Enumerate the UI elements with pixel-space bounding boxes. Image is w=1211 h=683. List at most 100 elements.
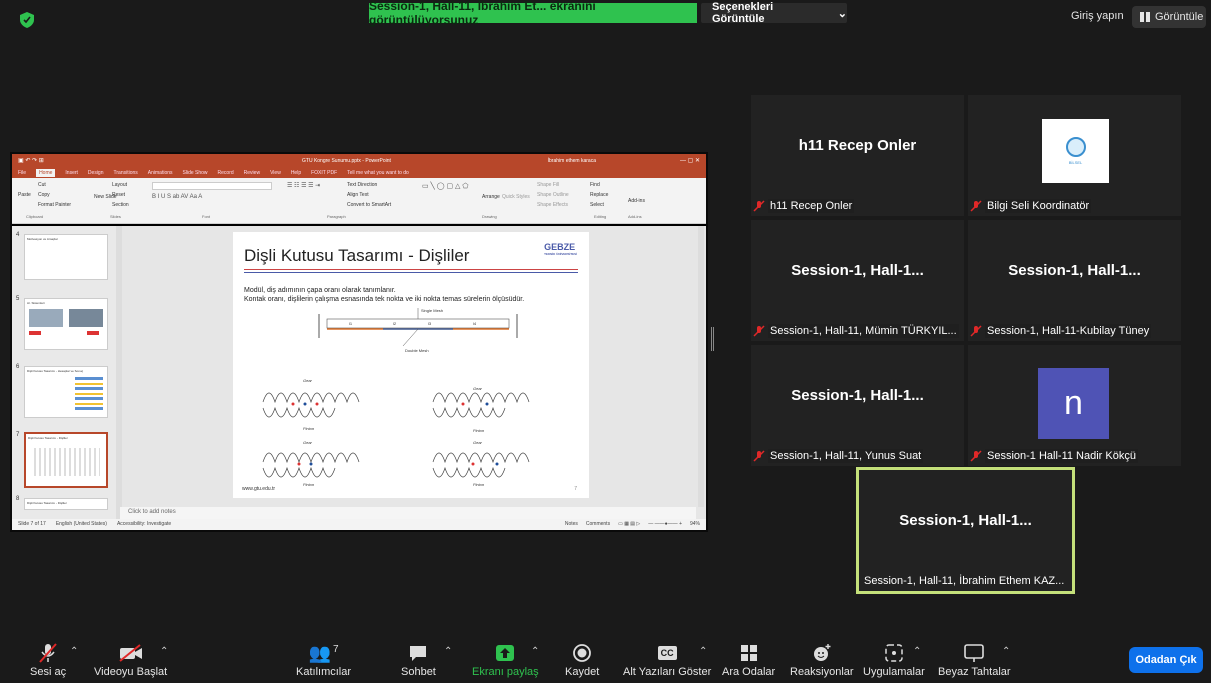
find-button[interactable]: Find bbox=[590, 182, 600, 188]
segment-label: l2 bbox=[393, 321, 397, 326]
current-slide[interactable]: Dişli Kutusu Tasarımı - Dişliler GEBZE T… bbox=[233, 232, 589, 498]
share-screen-button[interactable]: Ekranı paylaş bbox=[472, 643, 539, 678]
tab-transitions[interactable]: Transitions bbox=[114, 170, 138, 176]
comments-toggle[interactable]: Comments bbox=[586, 521, 610, 528]
select-button[interactable]: Select bbox=[590, 202, 604, 208]
text-direction-button[interactable]: Text Direction bbox=[347, 182, 377, 188]
chevron-up-icon[interactable]: ⌃ bbox=[531, 646, 539, 657]
slide-thumbnail[interactable]: Dişli Kutusu Tasarımı - Hesaplar ve Sonu… bbox=[24, 366, 108, 418]
leave-button[interactable]: Odadan Çık bbox=[1129, 647, 1203, 673]
tab-design[interactable]: Design bbox=[88, 170, 104, 176]
mic-muted-icon bbox=[753, 324, 765, 337]
record-label: Kaydet bbox=[565, 666, 600, 678]
breakout-rooms-button[interactable]: Ara Odalar bbox=[722, 643, 775, 678]
chevron-up-icon[interactable]: ⌃ bbox=[444, 646, 452, 657]
font-format-icons[interactable]: B I U S ab AV Aa A bbox=[152, 194, 202, 200]
ppt-ribbon: Paste Cut Copy Format Painter New Slide … bbox=[12, 178, 706, 224]
participant-tile[interactable]: n Session-1 Hall-11 Nadir Kökçü bbox=[968, 345, 1181, 466]
shared-screen[interactable]: ▣ ↶ ↷ ⊞ GTU Kongre Sunumu.pptx - PowerPo… bbox=[10, 152, 708, 532]
participant-name: Session-1, Hall-11, Yunus Suat bbox=[768, 448, 924, 463]
start-video-button[interactable]: Videoyu Başlat bbox=[94, 643, 167, 678]
slide-thumbnail[interactable]: Motivasyon ve Amaçlar bbox=[24, 234, 108, 280]
participant-tile[interactable]: Session-1, Hall-1... Session-1, Hall-11-… bbox=[968, 220, 1181, 341]
record-button[interactable]: Kaydet bbox=[565, 643, 599, 678]
arrange-button[interactable]: Arrange bbox=[482, 194, 500, 200]
section-button[interactable]: Section bbox=[112, 202, 129, 208]
thumbnail-scrollbar[interactable] bbox=[116, 226, 122, 519]
view-button[interactable]: Görüntüle bbox=[1132, 6, 1206, 28]
tell-me-search[interactable]: Tell me what you want to do bbox=[347, 170, 409, 176]
chevron-up-icon[interactable]: ⌃ bbox=[70, 646, 78, 657]
tab-view[interactable]: View bbox=[270, 170, 281, 176]
replace-button[interactable]: Replace bbox=[590, 192, 608, 198]
format-painter-button[interactable]: Format Painter bbox=[38, 202, 71, 208]
paste-button[interactable]: Paste bbox=[18, 192, 31, 198]
language-status[interactable]: English (United States) bbox=[56, 521, 107, 528]
font-name-box[interactable] bbox=[152, 182, 272, 190]
shapes-gallery[interactable]: ▭ ╲ ◯ ▢ △ ⬠ bbox=[422, 182, 468, 190]
notes-pane[interactable]: Click to add notes bbox=[120, 507, 696, 519]
notes-toggle[interactable]: Notes bbox=[565, 521, 578, 528]
captions-button[interactable]: CC Alt Yazıları Göster bbox=[623, 643, 711, 678]
chevron-up-icon[interactable]: ⌃ bbox=[913, 646, 921, 657]
slide-scrollbar[interactable] bbox=[698, 226, 704, 507]
participant-tile[interactable]: Session-1, Hall-1... Session-1, Hall-11,… bbox=[751, 345, 964, 466]
chevron-up-icon[interactable]: ⌃ bbox=[160, 646, 168, 657]
shape-fill-button[interactable]: Shape Fill bbox=[537, 182, 559, 188]
layout-button[interactable]: Layout bbox=[112, 182, 127, 188]
window-controls[interactable]: — ▢ ✕ bbox=[680, 157, 700, 164]
sign-in-link[interactable]: Giriş yapın bbox=[1071, 10, 1124, 22]
unmute-button[interactable]: Sesi aç bbox=[30, 643, 66, 678]
breakout-rooms-icon bbox=[740, 645, 757, 661]
avatar: n bbox=[1038, 368, 1109, 439]
participant-name: Session-1, Hall-11, İbrahim Ethem KAZ... bbox=[864, 574, 1065, 587]
tab-animations[interactable]: Animations bbox=[148, 170, 173, 176]
slide-thumbnail[interactable]: Dişli Kutusu Tasarımı - Dişliler bbox=[24, 498, 108, 510]
convert-smartart-button[interactable]: Convert to SmartArt bbox=[347, 202, 391, 208]
tab-record[interactable]: Record bbox=[218, 170, 234, 176]
chat-button[interactable]: Sohbet bbox=[401, 643, 436, 678]
shape-outline-button[interactable]: Shape Outline bbox=[537, 192, 569, 198]
panel-resize-handle[interactable] bbox=[711, 327, 714, 351]
paragraph-icons[interactable]: ☰ ☷ ☰ ☰ ⇥ bbox=[287, 182, 320, 189]
tab-slide-show[interactable]: Slide Show bbox=[183, 170, 208, 176]
accessibility-status[interactable]: Accessibility: Investigate bbox=[117, 521, 171, 528]
zoom-slider[interactable]: — ——●—— + bbox=[648, 521, 682, 528]
cut-button[interactable]: Cut bbox=[38, 182, 46, 188]
view-options-dropdown[interactable]: Seçenekleri Görüntüle ⌄ bbox=[701, 1, 847, 25]
tab-foxit-pdf[interactable]: FOXIT PDF bbox=[311, 170, 337, 176]
slide-thumbnail[interactable]: Ar. Sistemleri bbox=[24, 298, 108, 350]
copy-button[interactable]: Copy bbox=[38, 192, 50, 198]
save-icon[interactable]: ▣ ↶ ↷ ⊞ bbox=[18, 157, 44, 164]
tab-review[interactable]: Review bbox=[244, 170, 260, 176]
whiteboards-button[interactable]: Beyaz Tahtalar bbox=[938, 643, 1011, 678]
slide-thumbnails[interactable]: 4 Motivasyon ve Amaçlar 5 Ar. Sistemleri… bbox=[12, 226, 122, 519]
participants-button[interactable]: 👥 7 Katılımcılar bbox=[296, 643, 351, 679]
logo-text: BİLSEL bbox=[1068, 160, 1083, 165]
add-ins-button[interactable]: Add-ins bbox=[628, 198, 645, 204]
security-shield-icon[interactable] bbox=[20, 12, 34, 28]
thumb-title: Ar. Sistemleri bbox=[27, 301, 45, 305]
view-mode-icons[interactable]: ▭ ▦ ▤ ▷ bbox=[618, 521, 640, 528]
chevron-up-icon[interactable]: ⌃ bbox=[699, 646, 707, 657]
participant-tile[interactable]: Session-1, Hall-1... Session-1, Hall-11,… bbox=[751, 220, 964, 341]
participant-label: h11 Recep Onler bbox=[753, 197, 962, 214]
active-speaker-tile[interactable]: Session-1, Hall-1... Session-1, Hall-11,… bbox=[856, 467, 1075, 594]
participant-tile[interactable]: h11 Recep Onler h11 Recep Onler bbox=[751, 95, 964, 216]
group-slides: Slides bbox=[110, 214, 121, 219]
tab-file[interactable]: File bbox=[18, 170, 26, 176]
participant-tile[interactable]: BİLSEL Bilgi Seli Koordinatör bbox=[968, 95, 1181, 216]
shape-effects-button[interactable]: Shape Effects bbox=[537, 202, 568, 208]
tab-help[interactable]: Help bbox=[291, 170, 301, 176]
quick-styles-button[interactable]: Quick Styles bbox=[502, 194, 530, 200]
align-text-button[interactable]: Align Text bbox=[347, 192, 369, 198]
reactions-button[interactable]: Reaksiyonlar bbox=[790, 643, 854, 678]
screen-share-banner: Session-1, Hall-11, İbrahim Et... ekranı… bbox=[369, 0, 697, 27]
slide-thumbnail-selected[interactable]: Dişli Kutusu Tasarımı - Dişliler bbox=[24, 432, 108, 488]
share-screen-label: Ekranı paylaş bbox=[472, 666, 539, 678]
reset-button[interactable]: Reset bbox=[112, 192, 125, 198]
zoom-level[interactable]: 94% bbox=[690, 521, 700, 528]
tab-home[interactable]: Home bbox=[36, 168, 56, 177]
chevron-up-icon[interactable]: ⌃ bbox=[1002, 646, 1010, 657]
tab-insert[interactable]: Insert bbox=[65, 170, 78, 176]
